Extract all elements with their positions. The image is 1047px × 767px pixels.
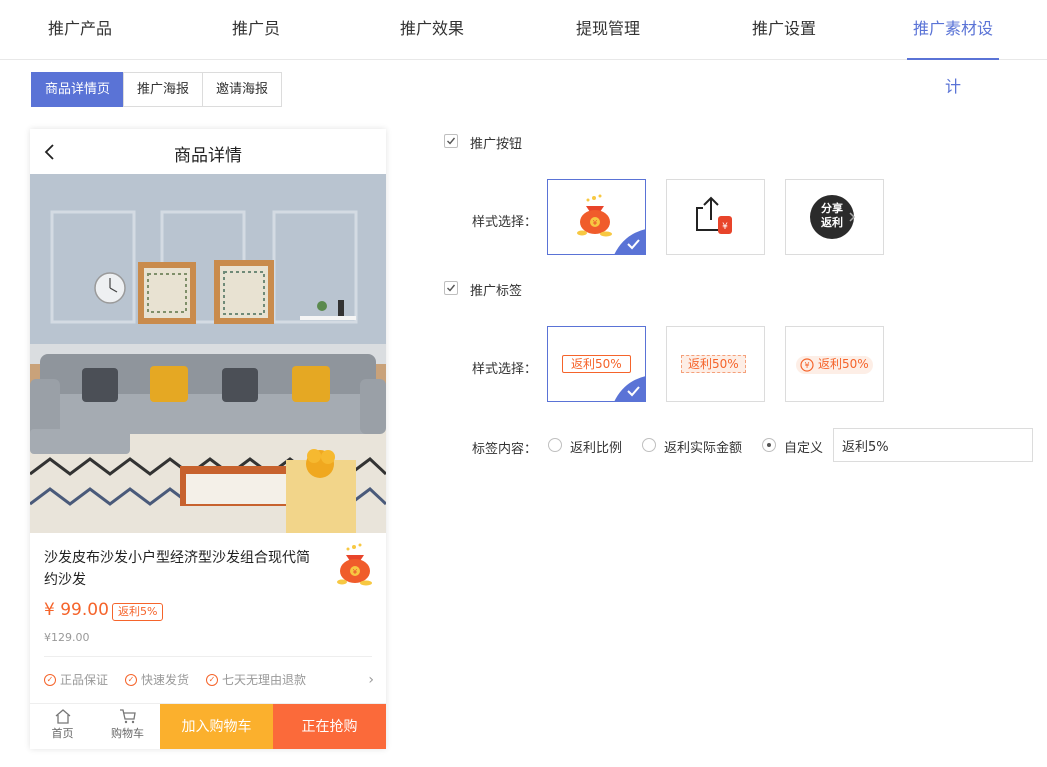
tag-content-label: 标签内容：	[472, 442, 538, 457]
tab-withdraw-management[interactable]: 提现管理	[568, 0, 648, 60]
tag-style-ticket-text: 返利50%	[562, 355, 631, 373]
service-assurances[interactable]: ✓ 正品保证 ✓ 快速发货 ✓ 七天无理由退款 ›	[44, 671, 374, 688]
top-navigation: 推广产品 推广员 推广效果 提现管理 推广设置 推广素材设计	[0, 0, 1047, 96]
radio-custom[interactable]	[762, 438, 776, 452]
svg-text:¥: ¥	[593, 219, 598, 227]
subtab-product-detail[interactable]: 商品详情页	[31, 72, 125, 107]
checkmark-icon	[447, 284, 456, 292]
svg-text:¥: ¥	[353, 568, 358, 576]
svg-text:¥: ¥	[804, 361, 809, 370]
add-to-cart-button[interactable]: 加入购物车	[160, 704, 273, 749]
button-style-option-bag[interactable]: ¥	[547, 179, 646, 255]
sub-tabs: 商品详情页 推广海报 邀请海报	[31, 72, 283, 107]
tag-style-option-coin[interactable]: 返利50% ¥	[785, 326, 884, 402]
radio-rebate-ratio-label: 返利比例	[570, 441, 623, 456]
original-price: ¥129.00	[44, 631, 90, 644]
subtab-invite-poster[interactable]: 邀请海报	[202, 72, 283, 107]
svg-text:¥: ¥	[722, 222, 728, 232]
bottom-nav-cart-label: 购物车	[111, 727, 144, 740]
tab-promo-settings[interactable]: 推广设置	[744, 0, 824, 60]
radio-rebate-ratio[interactable]	[548, 438, 562, 452]
assurance-label: 快速发货	[141, 673, 190, 687]
home-icon	[55, 709, 70, 724]
product-name: 沙发皮布沙发小户型经济型沙发组合现代简约沙发	[44, 550, 310, 588]
assurance-item: ✓ 正品保证	[44, 671, 108, 688]
bottom-nav-home[interactable]: 首页	[39, 704, 87, 749]
button-style-option-share-rebate[interactable]: 分享 返利	[785, 179, 884, 255]
tab-promo-material-design[interactable]: 推广素材设计	[907, 0, 999, 96]
tag-style-option-ticket[interactable]: 返利50%	[547, 326, 646, 402]
check-circle-icon: ✓	[125, 673, 138, 686]
check-circle-icon: ✓	[206, 673, 219, 686]
selected-check-icon	[614, 376, 646, 402]
share-text-line2: 返利	[821, 216, 843, 229]
assurance-item: ✓ 快速发货	[125, 671, 189, 688]
checkmark-icon	[447, 137, 456, 145]
radio-rebate-amount-label: 返利实际金额	[664, 441, 743, 456]
tab-promo-products[interactable]: 推广产品	[40, 0, 120, 60]
tag-style-option-fill[interactable]: 返利50%	[666, 326, 765, 402]
bottom-nav-home-label: 首页	[51, 727, 74, 740]
selected-check-icon	[614, 229, 646, 255]
coin-icon: ¥	[800, 358, 814, 372]
tag-style-label: 样式选择：	[472, 362, 538, 377]
assurance-label: 正品保证	[60, 673, 109, 687]
product-price: ¥ 99.00	[44, 600, 109, 620]
product-image	[30, 174, 386, 533]
assurance-label: 七天无理由退款	[222, 673, 307, 687]
share-text-line1: 分享	[821, 202, 843, 215]
tab-promo-results[interactable]: 推广效果	[392, 0, 472, 60]
bottom-nav: 首页 购物车	[30, 704, 160, 749]
promo-tag-label: 推广标签	[470, 284, 523, 299]
custom-tag-input[interactable]	[833, 428, 1033, 462]
buy-now-button[interactable]: 正在抢购	[273, 704, 386, 749]
phone-header-title: 商品详情	[174, 146, 242, 166]
tag-style-fill-text: 返利50%	[681, 355, 746, 373]
promo-button-label: 推广按钮	[470, 137, 523, 152]
phone-bottom-bar: 首页 购物车 加入购物车 正在抢购	[30, 703, 386, 749]
radio-custom-label: 自定义	[784, 441, 824, 456]
phone-header: 商品详情	[30, 129, 386, 174]
assurance-item: ✓ 七天无理由退款	[206, 671, 306, 688]
share-upload-icon: ¥	[696, 196, 732, 234]
phone-preview: 商品详情 沙发皮布沙发小户型经济型沙发组合现代简约沙发 ¥ ¥ 99.00 返利…	[30, 129, 386, 749]
button-style-option-share[interactable]: ¥	[666, 179, 765, 255]
promo-tag-checkbox[interactable]	[444, 281, 458, 295]
rebate-bag-icon: ¥	[577, 194, 612, 237]
rebate-tag: 返利5%	[112, 603, 164, 621]
cart-icon	[119, 709, 136, 724]
promo-button-checkbox[interactable]	[444, 134, 458, 148]
radio-rebate-amount[interactable]	[642, 438, 656, 452]
share-rebate-text: 分享 返利	[816, 202, 848, 230]
check-circle-icon: ✓	[44, 673, 56, 686]
chevron-right-icon[interactable]: ›	[368, 672, 374, 688]
button-style-label: 样式选择：	[472, 215, 538, 230]
bottom-nav-cart[interactable]: 购物车	[104, 704, 152, 749]
divider	[44, 656, 372, 657]
subtab-promo-poster[interactable]: 推广海报	[123, 72, 204, 107]
rebate-bag-icon[interactable]: ¥	[332, 541, 378, 587]
tab-promoters[interactable]: 推广员	[222, 0, 290, 60]
